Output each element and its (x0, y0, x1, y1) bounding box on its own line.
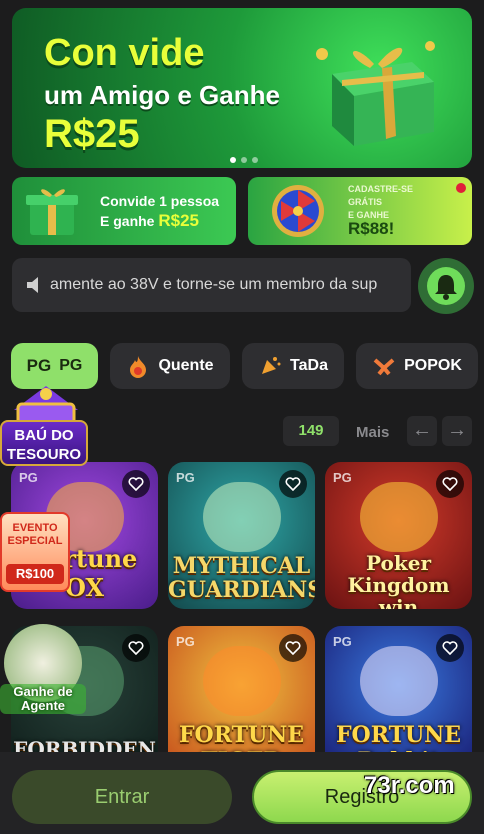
game-title: MYTHICAL GUARDIANS (168, 553, 315, 603)
agent-rewards-label: Ganhe de Agente (0, 684, 86, 714)
provider-tag: PG (333, 470, 352, 485)
hero-title-line2: um Amigo e Ganhe (44, 80, 280, 110)
speaker-icon (27, 277, 38, 293)
tab-quente-label: Quente (158, 357, 214, 374)
next-page-button[interactable]: → (442, 416, 472, 446)
prize-wheel-icon (272, 185, 324, 237)
game-card[interactable]: PG MYTHICAL GUARDIANS (168, 462, 315, 609)
favorite-button[interactable] (279, 470, 307, 498)
favorite-button[interactable] (279, 634, 307, 662)
favorite-button[interactable] (436, 634, 464, 662)
popok-icon (373, 358, 395, 376)
provider-tag: PG (333, 634, 352, 649)
tab-popok-label: POPOK (404, 357, 462, 374)
hero-title-line1: Con vide (44, 32, 205, 74)
announcement-marquee[interactable]: amente ao 38V e torne-se um membro da su… (12, 258, 411, 312)
game-artwork (360, 482, 438, 552)
prev-page-button[interactable]: ← (407, 416, 437, 446)
register-free-amount: R$88! (348, 219, 395, 238)
login-button[interactable]: Entrar (12, 770, 232, 824)
tab-pg-label: PG (59, 357, 83, 374)
special-event-amount: R$100 (6, 564, 64, 584)
game-card[interactable]: PG FORTUNE Rabbit (325, 626, 472, 773)
favorite-button[interactable] (122, 634, 150, 662)
register-free-text: CADASTRE-SE GRÁTIS E GANHE R$88! (348, 184, 414, 238)
pg-logo-icon: PG (26, 356, 52, 375)
tab-tada-label: TaDa (290, 357, 328, 374)
gift-box-icon (316, 41, 435, 146)
register-free-promo[interactable]: CADASTRE-SE GRÁTIS E GANHE R$88! (248, 177, 472, 245)
gift-box-icon (26, 189, 78, 235)
tab-tada[interactable]: TaDa (242, 343, 344, 389)
heart-icon (442, 477, 458, 491)
heart-icon (442, 641, 458, 655)
treasure-chest-label[interactable]: BAÚ DO TESOURO (0, 420, 88, 466)
carousel-dot-active[interactable] (230, 157, 236, 163)
special-event-title: EVENTO ESPECIAL (7, 522, 63, 547)
provider-tag: PG (176, 470, 195, 485)
heart-icon (128, 477, 144, 491)
announcement-text: amente ao 38V e torne-se um membro da su… (50, 276, 378, 293)
tab-quente[interactable]: Quente (110, 343, 230, 389)
bell-icon (435, 275, 457, 300)
heart-icon (128, 641, 144, 655)
hot-icon (130, 356, 147, 378)
carousel-dot[interactable] (241, 157, 247, 163)
favorite-button[interactable] (122, 470, 150, 498)
hero-amount: R$25 (44, 112, 140, 156)
agent-rewards-badge[interactable]: Ganhe de Agente (0, 620, 86, 720)
more-link[interactable]: Mais (356, 424, 389, 441)
notifications-button[interactable] (418, 258, 474, 314)
special-event-badge[interactable]: EVENTO ESPECIAL R$100 (0, 512, 70, 592)
site-watermark: 73r.com (364, 772, 455, 799)
game-artwork (203, 646, 281, 716)
games-count: 149 (283, 416, 339, 446)
app-page: Con vide um Amigo e Ganhe R$25 Convide 1… (0, 0, 484, 834)
invite-friend-amount: R$25 (158, 211, 199, 230)
game-card[interactable]: PG Poker Kingdom win (325, 462, 472, 609)
tab-popok[interactable]: POPOK (356, 343, 478, 389)
provider-tag: PG (19, 470, 38, 485)
favorite-button[interactable] (436, 470, 464, 498)
carousel-dots (230, 157, 258, 163)
invite-friend-promo[interactable]: Convide 1 pessoa E ganhe R$25 (12, 177, 236, 245)
provider-tag: PG (176, 634, 195, 649)
game-card[interactable]: PG FORTUNE TIGER (168, 626, 315, 773)
heart-icon (285, 641, 301, 655)
invite-friend-text: Convide 1 pessoa E ganhe R$25 (100, 193, 220, 230)
game-artwork (360, 646, 438, 716)
game-artwork (203, 482, 281, 552)
notification-dot (456, 183, 466, 193)
hero-banner[interactable]: Con vide um Amigo e Ganhe R$25 (12, 8, 472, 168)
tada-icon (262, 357, 281, 374)
heart-icon (285, 477, 301, 491)
carousel-dot[interactable] (252, 157, 258, 163)
game-title: Poker Kingdom win (347, 551, 450, 609)
